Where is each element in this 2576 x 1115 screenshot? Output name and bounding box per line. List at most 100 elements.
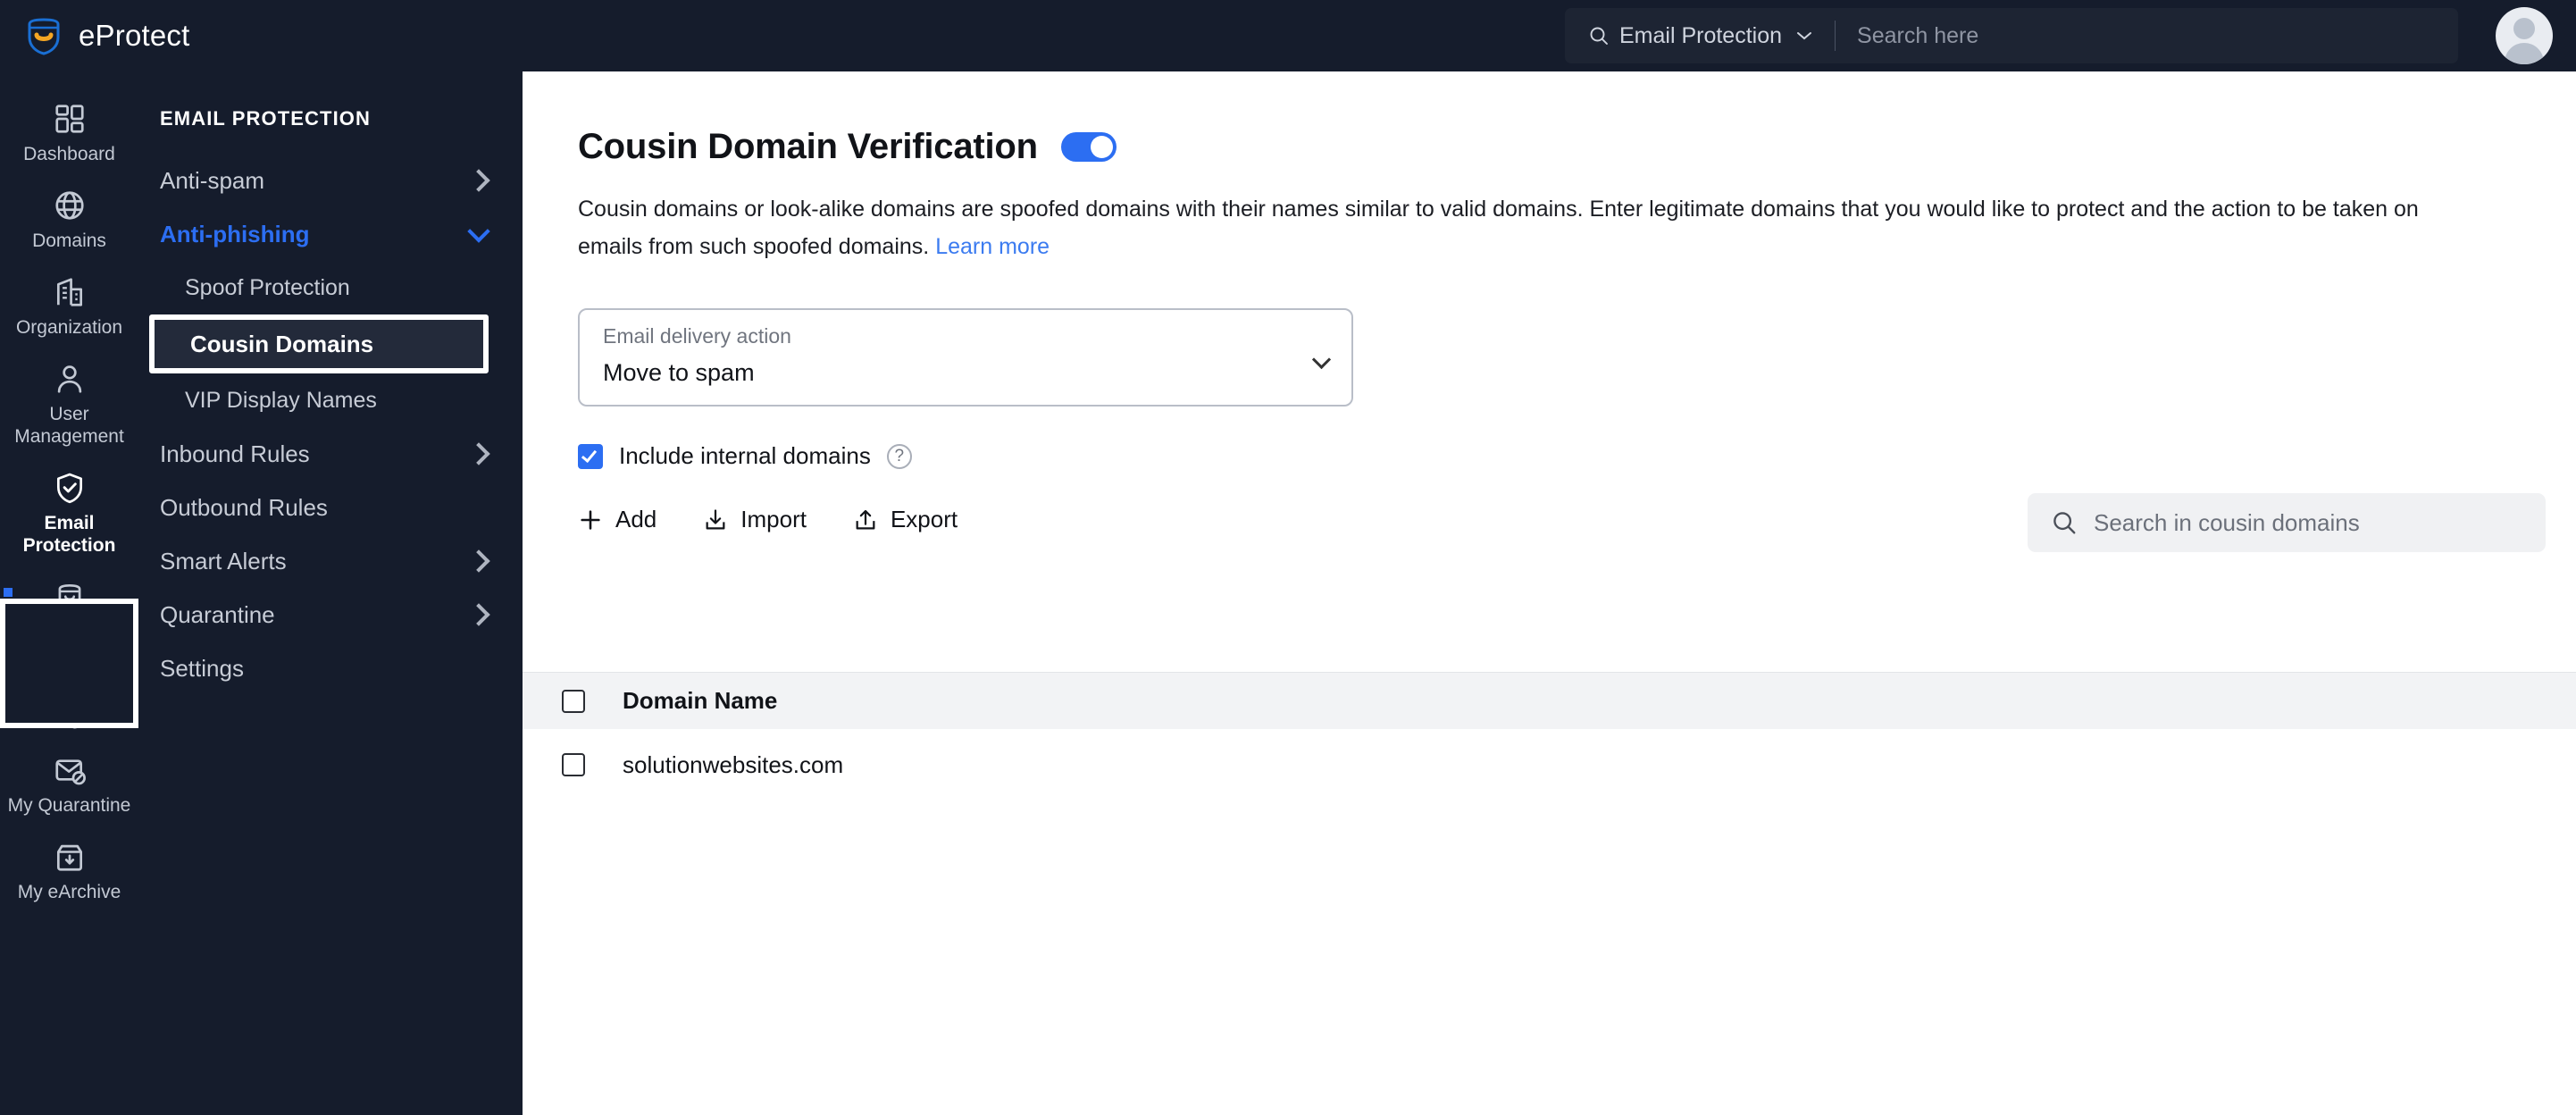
include-internal-domains-row: Include internal domains ? (578, 442, 2576, 470)
page-description: Cousin domains or look-alike domains are… (523, 167, 2501, 265)
import-button-label: Import (740, 506, 807, 532)
secondary-nav: EMAIL PROTECTION Anti-spam Anti-phishing… (138, 71, 523, 1115)
import-download-icon (706, 508, 725, 529)
shield-check-icon (56, 473, 82, 504)
export-upload-icon (856, 509, 875, 529)
subnav-item-anti-phishing[interactable]: Anti-phishing (138, 207, 523, 261)
brand-name: eProtect (79, 19, 190, 52)
search-icon (1590, 27, 1608, 45)
rail-item-my-earchive[interactable]: My eArchive (0, 827, 138, 914)
row-select-cell (523, 753, 623, 776)
select-all-checkbox[interactable] (562, 689, 585, 713)
plus-icon (581, 509, 600, 530)
brand[interactable]: eProtect (0, 16, 500, 55)
rail-item-ediscovery[interactable]: eDiscovery (0, 567, 138, 654)
rail-label: Domains (32, 231, 106, 251)
select-value: Move to spam (603, 359, 755, 386)
focus-indicator-dot (4, 588, 13, 597)
include-internal-domains-checkbox[interactable] (578, 443, 603, 469)
question-mark-icon[interactable]: ? (886, 443, 912, 469)
page-title: Cousin Domain Verification (578, 127, 1038, 166)
search-icon (2053, 512, 2076, 534)
app-root: eProtect Email Protection Search here Da… (0, 0, 2576, 1115)
chevron-down-icon (467, 220, 490, 243)
description-text: Cousin domains or look-alike domains are… (578, 197, 2419, 259)
subnav-label: Spoof Protection (185, 274, 350, 300)
check-icon (581, 446, 598, 463)
shield-icon (58, 583, 80, 612)
rail-label: eDiscovery (22, 622, 116, 642)
import-button[interactable]: Import (703, 506, 807, 533)
subnav-label: Inbound Rules (160, 440, 310, 467)
subnav-item-smart-alerts[interactable]: Smart Alerts (138, 534, 523, 588)
rail-item-dashboard[interactable]: Dashboard (0, 89, 138, 176)
subnav-item-outbound-rules[interactable]: Outbound Rules (138, 481, 523, 534)
subnav-item-anti-spam[interactable]: Anti-spam (138, 154, 523, 207)
avatar-head (2513, 18, 2535, 39)
chevron-right-icon (467, 169, 490, 192)
subnav-item-settings[interactable]: Settings (138, 641, 523, 695)
rail-label: My Quarantine (7, 795, 131, 816)
subnav-item-inbound-rules[interactable]: Inbound Rules (138, 427, 523, 481)
subnav-label: Anti-spam (160, 166, 265, 194)
rail-label: User Management (14, 404, 124, 447)
top-bar: eProtect Email Protection Search here (0, 0, 2576, 71)
rail-label: My eArchive (17, 882, 121, 902)
cousin-domains-table: Domain Name solutionwebsites.com (523, 672, 2576, 801)
rail-item-my-quarantine[interactable]: My Quarantine (0, 741, 138, 827)
search-input[interactable]: Search here (1857, 23, 1978, 49)
avatar-body (2505, 43, 2544, 64)
subnav-item-vip-display-names[interactable]: VIP Display Names (138, 373, 523, 427)
subnav-label: Cousin Domains (190, 330, 374, 357)
table-row[interactable]: solutionwebsites.com (523, 729, 2576, 801)
add-button[interactable]: Add (578, 506, 657, 533)
cousin-domain-verification-toggle[interactable] (1060, 132, 1117, 162)
select-all-cell (523, 689, 623, 713)
page-header: Cousin Domain Verification (523, 82, 2576, 167)
email-delivery-action-select[interactable]: Email delivery action Move to spam (578, 308, 1353, 407)
building-icon (56, 278, 82, 306)
subnav-item-spoof-protection[interactable]: Spoof Protection (138, 261, 523, 314)
chevron-right-icon (467, 442, 490, 465)
global-search-bar[interactable]: Email Protection Search here (1565, 8, 2458, 63)
search-divider (1835, 21, 1836, 51)
subnav-label: Outbound Rules (160, 493, 328, 521)
chevron-right-icon (467, 603, 490, 626)
table-search-input[interactable]: Search in cousin domains (2028, 493, 2546, 552)
subnav-label: VIP Display Names (185, 387, 377, 413)
shield-logo-icon (28, 18, 60, 55)
toggle-knob (1090, 136, 1113, 158)
table-header-row: Domain Name (523, 672, 2576, 729)
rail-label: Organization (15, 317, 123, 338)
subnav-label: Settings (160, 654, 244, 682)
rail-item-domains[interactable]: Domains (0, 176, 138, 263)
export-button-label: Export (890, 506, 958, 532)
subnav-item-quarantine[interactable]: Quarantine (138, 588, 523, 641)
dashboard-grid-icon (54, 105, 84, 133)
chevron-down-icon (1797, 32, 1812, 40)
cell-domain-name: solutionwebsites.com (623, 750, 844, 778)
primary-icon-rail: Dashboard Domains Organization User Mana… (0, 71, 138, 1115)
row-checkbox[interactable] (562, 753, 585, 776)
search-scope-selector[interactable]: Email Protection (1588, 23, 1813, 49)
mail-block-icon (54, 759, 86, 785)
rail-item-organization[interactable]: Organization (0, 263, 138, 349)
avatar[interactable] (2496, 7, 2553, 64)
document-search-icon (58, 670, 84, 698)
include-internal-domains-label: Include internal domains (619, 442, 871, 469)
archive-download-icon (56, 844, 82, 871)
user-icon (57, 365, 81, 393)
subnav-title: EMAIL PROTECTION (160, 107, 371, 130)
add-button-label: Add (615, 506, 657, 532)
globe-icon (54, 191, 84, 220)
subnav-label: Anti-phishing (160, 220, 310, 247)
learn-more-link[interactable]: Learn more (935, 234, 1050, 259)
select-label: Email delivery action (603, 324, 791, 348)
rail-item-email-protection[interactable]: Email Protection (0, 458, 138, 567)
subnav-item-cousin-domains[interactable]: Cousin Domains (149, 314, 489, 373)
chevron-right-icon (467, 549, 490, 573)
rail-item-user-management[interactable]: User Management (0, 349, 138, 458)
rail-label: Dashboard (23, 144, 115, 164)
rail-item-logs[interactable]: Logs (0, 654, 138, 741)
export-button[interactable]: Export (853, 506, 958, 533)
